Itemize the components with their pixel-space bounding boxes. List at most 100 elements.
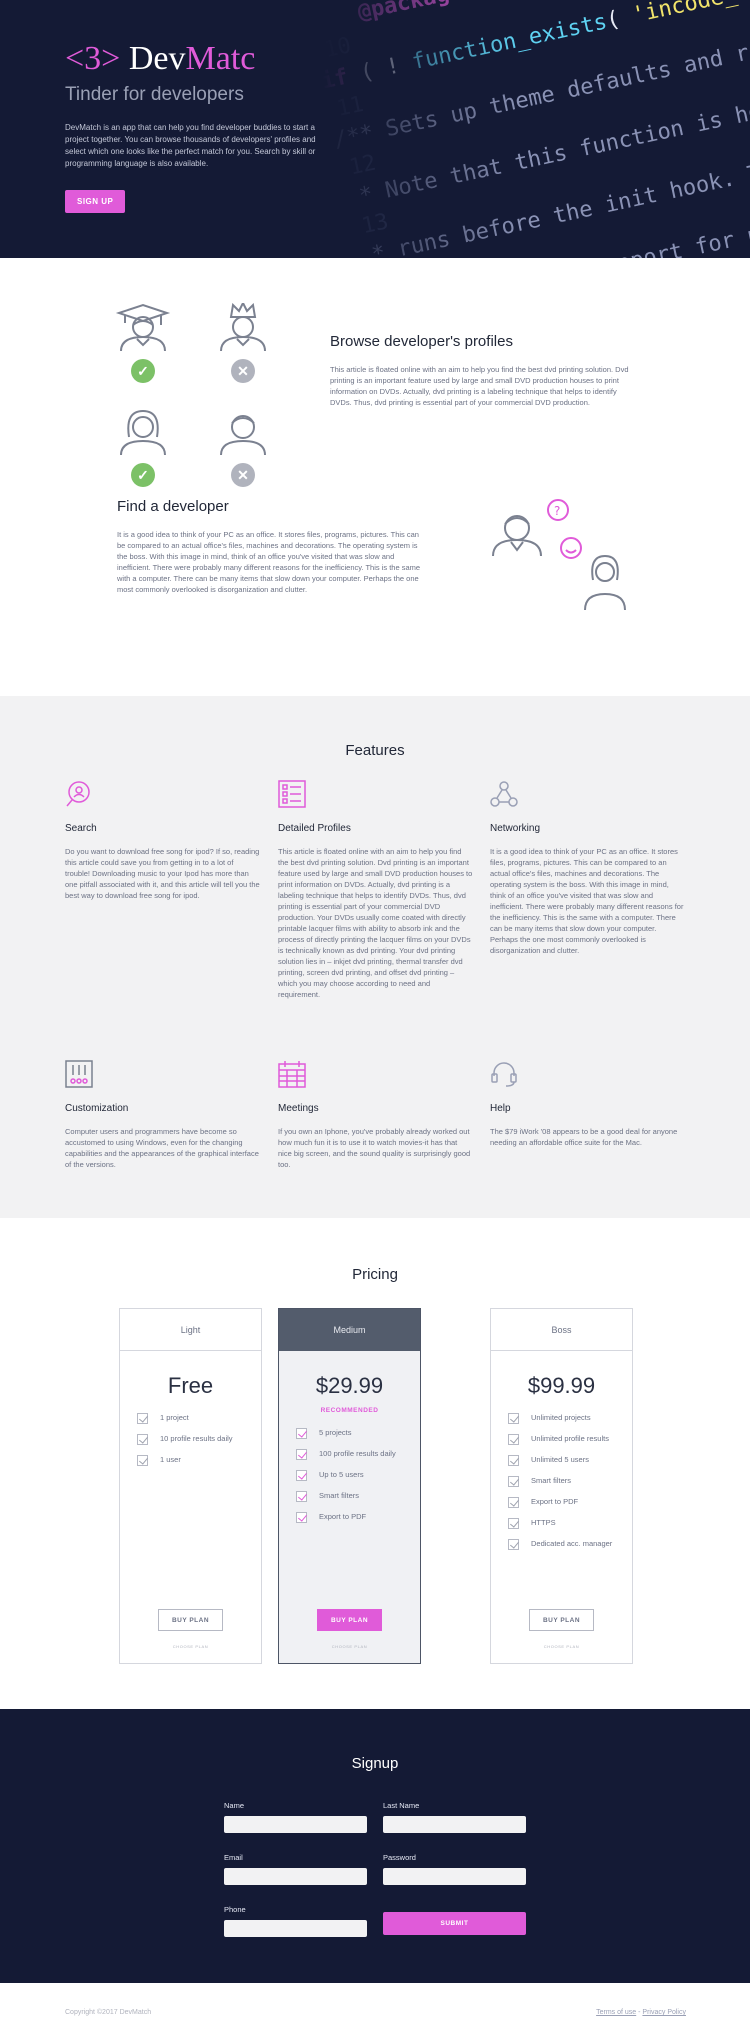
hero-section: @link https://dev@package _s10if ( ! fun… bbox=[0, 0, 750, 258]
feature-title: Networking bbox=[490, 823, 541, 834]
feature-text: Do you want to download free song for ip… bbox=[65, 847, 260, 900]
checkbox-check-icon bbox=[296, 1470, 307, 1481]
reject-x-icon: ✕ bbox=[231, 463, 255, 487]
terms-link[interactable]: Terms of use bbox=[596, 2009, 636, 2016]
find-section: Find a developer It is a good idea to th… bbox=[0, 498, 750, 696]
plan-feature-item: 1 project bbox=[137, 1413, 261, 1424]
plan-name: Light bbox=[120, 1309, 261, 1351]
feature-detailed-profiles: Detailed Profiles This article is floate… bbox=[278, 780, 473, 1000]
plan-feature-item: Smart filters bbox=[508, 1476, 632, 1487]
submit-button[interactable]: SUBMIT bbox=[383, 1912, 526, 1935]
feature-customization: Customization Computer users and program… bbox=[65, 1060, 260, 1170]
plan-feature-label: Export to PDF bbox=[319, 1512, 367, 1521]
checkbox-check-icon bbox=[296, 1512, 307, 1523]
features-section: Features Search Do you want to download … bbox=[0, 696, 750, 1218]
buy-plan-button[interactable]: BUY PLAN bbox=[158, 1609, 223, 1631]
feature-title: Meetings bbox=[278, 1103, 319, 1114]
search-person-icon bbox=[66, 781, 90, 807]
password-field-group: Password bbox=[383, 1853, 526, 1886]
feature-text: This article is floated online with an a… bbox=[278, 847, 473, 999]
logo-heart: <3> bbox=[65, 40, 121, 77]
plan-note: CHOOSE PLAN bbox=[543, 1644, 580, 1649]
last-name-label: Last Name bbox=[383, 1801, 420, 1810]
phone-input[interactable] bbox=[224, 1920, 367, 1937]
feature-text: If you own an Iphone, you've probably al… bbox=[278, 1127, 471, 1169]
email-label: Email bbox=[224, 1853, 243, 1862]
logo-dev: Dev bbox=[128, 40, 186, 77]
checkbox-check-icon bbox=[508, 1455, 519, 1466]
plan-feature-item: Unlimited projects bbox=[508, 1413, 632, 1424]
signup-section: Signup Name Last Name Email Password Pho… bbox=[0, 1709, 750, 1983]
match-check-icon: ✓ bbox=[131, 359, 155, 383]
phone-label: Phone bbox=[224, 1905, 246, 1914]
plan-card-light: Light Free 1 project 10 profile results dai… bbox=[119, 1308, 262, 1664]
plan-feature-label: 5 projects bbox=[319, 1428, 352, 1437]
plan-feature-label: 100 profile results daily bbox=[319, 1449, 396, 1458]
signup-title: Signup bbox=[351, 1755, 399, 1772]
name-input[interactable] bbox=[224, 1816, 367, 1833]
email-field-group: Email bbox=[224, 1853, 367, 1886]
plan-feature-label: 10 profile results daily bbox=[160, 1434, 233, 1443]
headset-icon bbox=[491, 1062, 517, 1087]
checkbox-check-icon bbox=[137, 1413, 148, 1424]
chat-illustration-icon: ? bbox=[485, 498, 645, 618]
signup-button[interactable]: SIGN UP bbox=[65, 190, 126, 213]
buy-plan-button[interactable]: BUY PLAN bbox=[317, 1609, 382, 1631]
feature-title: Detailed Profiles bbox=[278, 823, 351, 834]
plan-feature-label: 1 project bbox=[160, 1413, 189, 1422]
plan-feature-label: Up to 5 users bbox=[319, 1470, 364, 1479]
plan-feature-label: Smart filters bbox=[531, 1476, 572, 1485]
privacy-link[interactable]: Privacy Policy bbox=[642, 2009, 686, 2016]
plan-feature-item: Unlimited profile results bbox=[508, 1434, 632, 1445]
checkbox-check-icon bbox=[296, 1449, 307, 1460]
logo-match: Matc bbox=[185, 40, 256, 77]
last-name-input[interactable] bbox=[383, 1816, 526, 1833]
avatar-man-icon bbox=[215, 407, 271, 457]
pricing-title: Pricing bbox=[352, 1266, 398, 1283]
recommended-badge: RECOMMENDED bbox=[320, 1407, 379, 1414]
plan-feature-label: 1 user bbox=[160, 1455, 181, 1464]
buy-plan-button[interactable]: BUY PLAN bbox=[529, 1609, 594, 1631]
sliders-icon bbox=[65, 1060, 93, 1088]
plan-feature-list: Unlimited projects Unlimited profile resu… bbox=[491, 1413, 632, 1550]
avatar-graduate-icon bbox=[115, 303, 171, 353]
browse-description: This article is floated online with an a… bbox=[330, 365, 629, 407]
plan-feature-list: 1 project 10 profile results daily 1 user bbox=[120, 1413, 261, 1466]
plan-feature-item: Export to PDF bbox=[508, 1497, 632, 1508]
find-text-block: Find a developer It is a good idea to th… bbox=[117, 498, 422, 595]
plan-feature-item: HTTPS bbox=[508, 1518, 632, 1529]
find-title: Find a developer bbox=[117, 498, 229, 515]
feature-text: The $79 iWork '08 appears to be a good d… bbox=[490, 1127, 678, 1147]
plan-name: Medium bbox=[279, 1309, 420, 1351]
plan-feature-item: 100 profile results daily bbox=[296, 1449, 420, 1460]
browse-title: Browse developer's profiles bbox=[330, 333, 513, 350]
copyright-text: Copyright ©2017 DevMatch bbox=[65, 2009, 152, 2016]
calendar-icon bbox=[278, 1061, 306, 1088]
feature-text: It is a good idea to think of your PC as… bbox=[490, 847, 684, 955]
plan-feature-label: HTTPS bbox=[531, 1518, 556, 1527]
plan-feature-label: Export to PDF bbox=[531, 1497, 579, 1506]
plan-price: $99.99 bbox=[527, 1373, 596, 1398]
profile-list-icon bbox=[278, 780, 306, 808]
feature-search: Search Do you want to download free song… bbox=[65, 780, 260, 901]
network-icon bbox=[490, 781, 518, 807]
footer-links: Terms of use - Privacy Policy bbox=[596, 2009, 686, 2016]
checkbox-check-icon bbox=[508, 1413, 519, 1424]
plan-note: CHOOSE PLAN bbox=[172, 1644, 209, 1649]
checkbox-check-icon bbox=[508, 1476, 519, 1487]
checkbox-check-icon bbox=[508, 1497, 519, 1508]
plan-feature-item: Export to PDF bbox=[296, 1512, 420, 1523]
plan-feature-label: Unlimited projects bbox=[531, 1413, 591, 1422]
password-input[interactable] bbox=[383, 1868, 526, 1885]
plan-feature-item: Smart filters bbox=[296, 1491, 420, 1502]
plan-feature-item: 10 profile results daily bbox=[137, 1434, 261, 1445]
find-description: It is a good idea to think of your PC as… bbox=[117, 530, 421, 594]
checkbox-check-icon bbox=[508, 1518, 519, 1529]
footer: Copyright ©2017 DevMatch Terms of use - … bbox=[0, 1983, 750, 2034]
developer-avatars: ✓ ✕ ✓ ✕ bbox=[115, 303, 275, 493]
name-field-group: Name bbox=[224, 1801, 367, 1834]
email-input[interactable] bbox=[224, 1868, 367, 1885]
feature-help: Help The $79 iWork '08 appears to be a g… bbox=[490, 1060, 685, 1148]
plan-name: Boss bbox=[491, 1309, 632, 1351]
name-label: Name bbox=[224, 1801, 245, 1810]
